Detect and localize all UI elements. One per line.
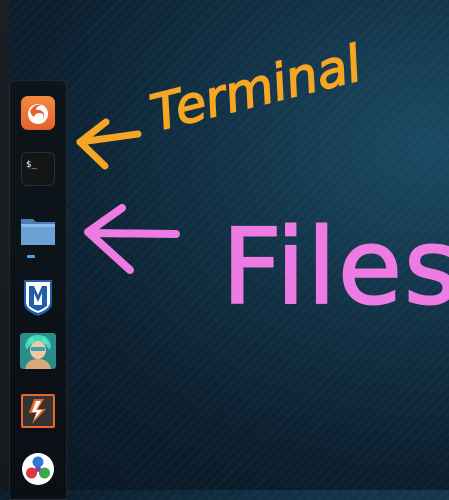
color-circle-icon	[22, 453, 54, 485]
dock-item-terminal[interactable]: $_	[18, 149, 58, 189]
avatar-icon	[20, 333, 56, 369]
folder-icon	[21, 219, 55, 245]
dock-item-files[interactable]	[18, 211, 58, 251]
terminal-arrow-icon	[76, 118, 110, 170]
dock-item-burpsuite[interactable]	[18, 391, 58, 431]
burpsuite-icon	[21, 394, 55, 428]
terminal-annotation: Terminal	[76, 34, 368, 170]
dock-item-settings[interactable]	[18, 449, 58, 489]
files-label: Files	[222, 206, 449, 328]
running-indicator	[27, 255, 35, 258]
screen-edge	[0, 0, 9, 490]
terminal-prompt: $_	[26, 160, 37, 170]
dock-item-metasploit[interactable]	[18, 277, 58, 317]
dock-item-avatar[interactable]	[18, 331, 58, 371]
metasploit-icon	[24, 280, 52, 316]
dock: $_	[9, 80, 67, 500]
terminal-label: Terminal	[145, 34, 367, 142]
files-annotation: Files	[84, 204, 449, 329]
files-arrow-icon	[84, 204, 134, 274]
dock-item-firefox[interactable]	[18, 93, 58, 133]
firefox-icon	[21, 96, 55, 130]
terminal-icon: $_	[21, 152, 55, 186]
